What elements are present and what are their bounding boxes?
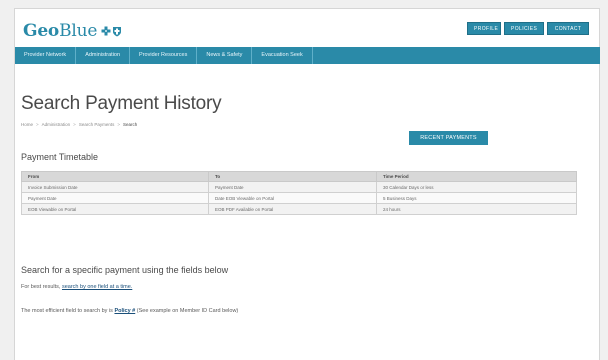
geoblue-logo[interactable]: GeoBlue	[23, 21, 122, 41]
nav-provider-network[interactable]: Provider Network	[15, 47, 77, 64]
contact-us-link[interactable]: Contact Us	[547, 22, 589, 45]
efficient-field-text: The most efficient field to search by is…	[21, 308, 238, 314]
best-results-text: For best results, search by one field at…	[21, 284, 132, 290]
column-header-from: From	[21, 171, 209, 182]
nav-news-safety[interactable]: News & Safety	[197, 47, 253, 64]
search-one-field-link[interactable]: search by one field at a time.	[62, 284, 132, 290]
payment-timetable: From To Time Period Invoice Submission D…	[21, 171, 577, 215]
table-cell: 30 Calendar Days or less	[376, 181, 577, 193]
profile-link[interactable]: Profile	[467, 22, 501, 35]
breadcrumb-search-payments[interactable]: Search Payments	[79, 122, 115, 127]
table-cell: 24 hours	[376, 203, 577, 215]
search-heading: Search for a specific payment using the …	[21, 265, 229, 275]
breadcrumb-separator: >	[73, 122, 76, 127]
breadcrumb-home[interactable]: Home	[21, 122, 33, 127]
shield-icon	[113, 26, 122, 36]
nav-administration[interactable]: Administration	[76, 47, 131, 64]
policy-number-link[interactable]: Policy #	[114, 308, 135, 314]
table-cell: Payment Date	[208, 181, 377, 193]
breadcrumb-administration[interactable]: Administration	[42, 122, 71, 127]
table-cell: Invoice Submission Date	[21, 181, 209, 193]
breadcrumb-current: Search	[122, 122, 138, 127]
breadcrumb-separator: >	[36, 122, 39, 127]
breadcrumb: Home > Administration > Search Payments …	[21, 122, 137, 127]
efficient-suffix: (See example on Member ID Card below)	[136, 308, 239, 314]
table-row: Payment Date Date EOB Viewable on Portal…	[21, 192, 577, 204]
table-cell: 5 Business Days	[376, 192, 577, 204]
best-results-prefix: For best results,	[21, 284, 61, 290]
policies-link[interactable]: Policies	[504, 22, 544, 35]
page-title: Search Payment History	[21, 93, 222, 114]
logo-text: GeoBlue	[23, 21, 98, 41]
column-header-to: To	[208, 171, 377, 182]
site-header: GeoBlue Profile Policies Contact Us	[15, 9, 599, 47]
nav-evacuation[interactable]: Evacuation Seek	[252, 47, 313, 64]
efficient-prefix: The most efficient field to search by is	[21, 308, 113, 314]
table-cell: EOB PDF Available on Portal	[208, 203, 377, 215]
breadcrumb-separator: >	[117, 122, 120, 127]
table-header-row: From To Time Period	[21, 171, 577, 182]
column-header-time-period: Time Period	[376, 171, 577, 182]
recent-payments-button[interactable]: Recent Payments	[409, 131, 488, 145]
table-cell: Date EOB Viewable on Portal	[208, 192, 377, 204]
logo-marks	[101, 26, 122, 37]
table-cell: EOB Viewable on Portal	[21, 203, 209, 215]
top-links: Profile Policies Contact Us	[467, 22, 589, 45]
timetable-title: Payment Timetable	[21, 152, 99, 162]
table-row: Invoice Submission Date Payment Date 30 …	[21, 181, 577, 193]
table-cell: Payment Date	[21, 192, 209, 204]
main-nav: Provider Network Administration Provider…	[15, 47, 600, 64]
cross-icon	[101, 26, 111, 36]
nav-provider-resources[interactable]: Provider Resources	[130, 47, 198, 64]
table-row: EOB Viewable on Portal EOB PDF Available…	[21, 203, 577, 215]
